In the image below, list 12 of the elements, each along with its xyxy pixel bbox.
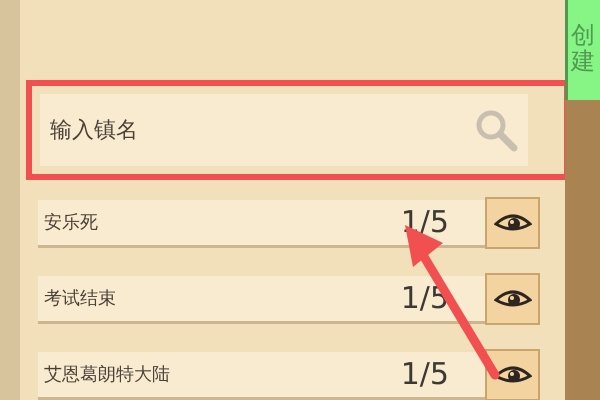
view-button[interactable]	[485, 272, 540, 324]
view-button[interactable]	[485, 348, 540, 400]
town-row[interactable]: 艾恩葛朗特大陆 1/5	[38, 352, 540, 397]
player-count: 1/5	[400, 356, 449, 394]
town-name: 艾恩葛朗特大陆	[44, 363, 171, 387]
town-name: 安乐死	[44, 211, 99, 235]
view-button[interactable]	[485, 196, 540, 248]
eye-icon	[494, 288, 532, 310]
eye-icon	[494, 212, 532, 234]
town-name: 考试结束	[44, 287, 117, 311]
search-icon	[474, 108, 518, 152]
search-field[interactable]: 输入镇名	[40, 94, 528, 166]
